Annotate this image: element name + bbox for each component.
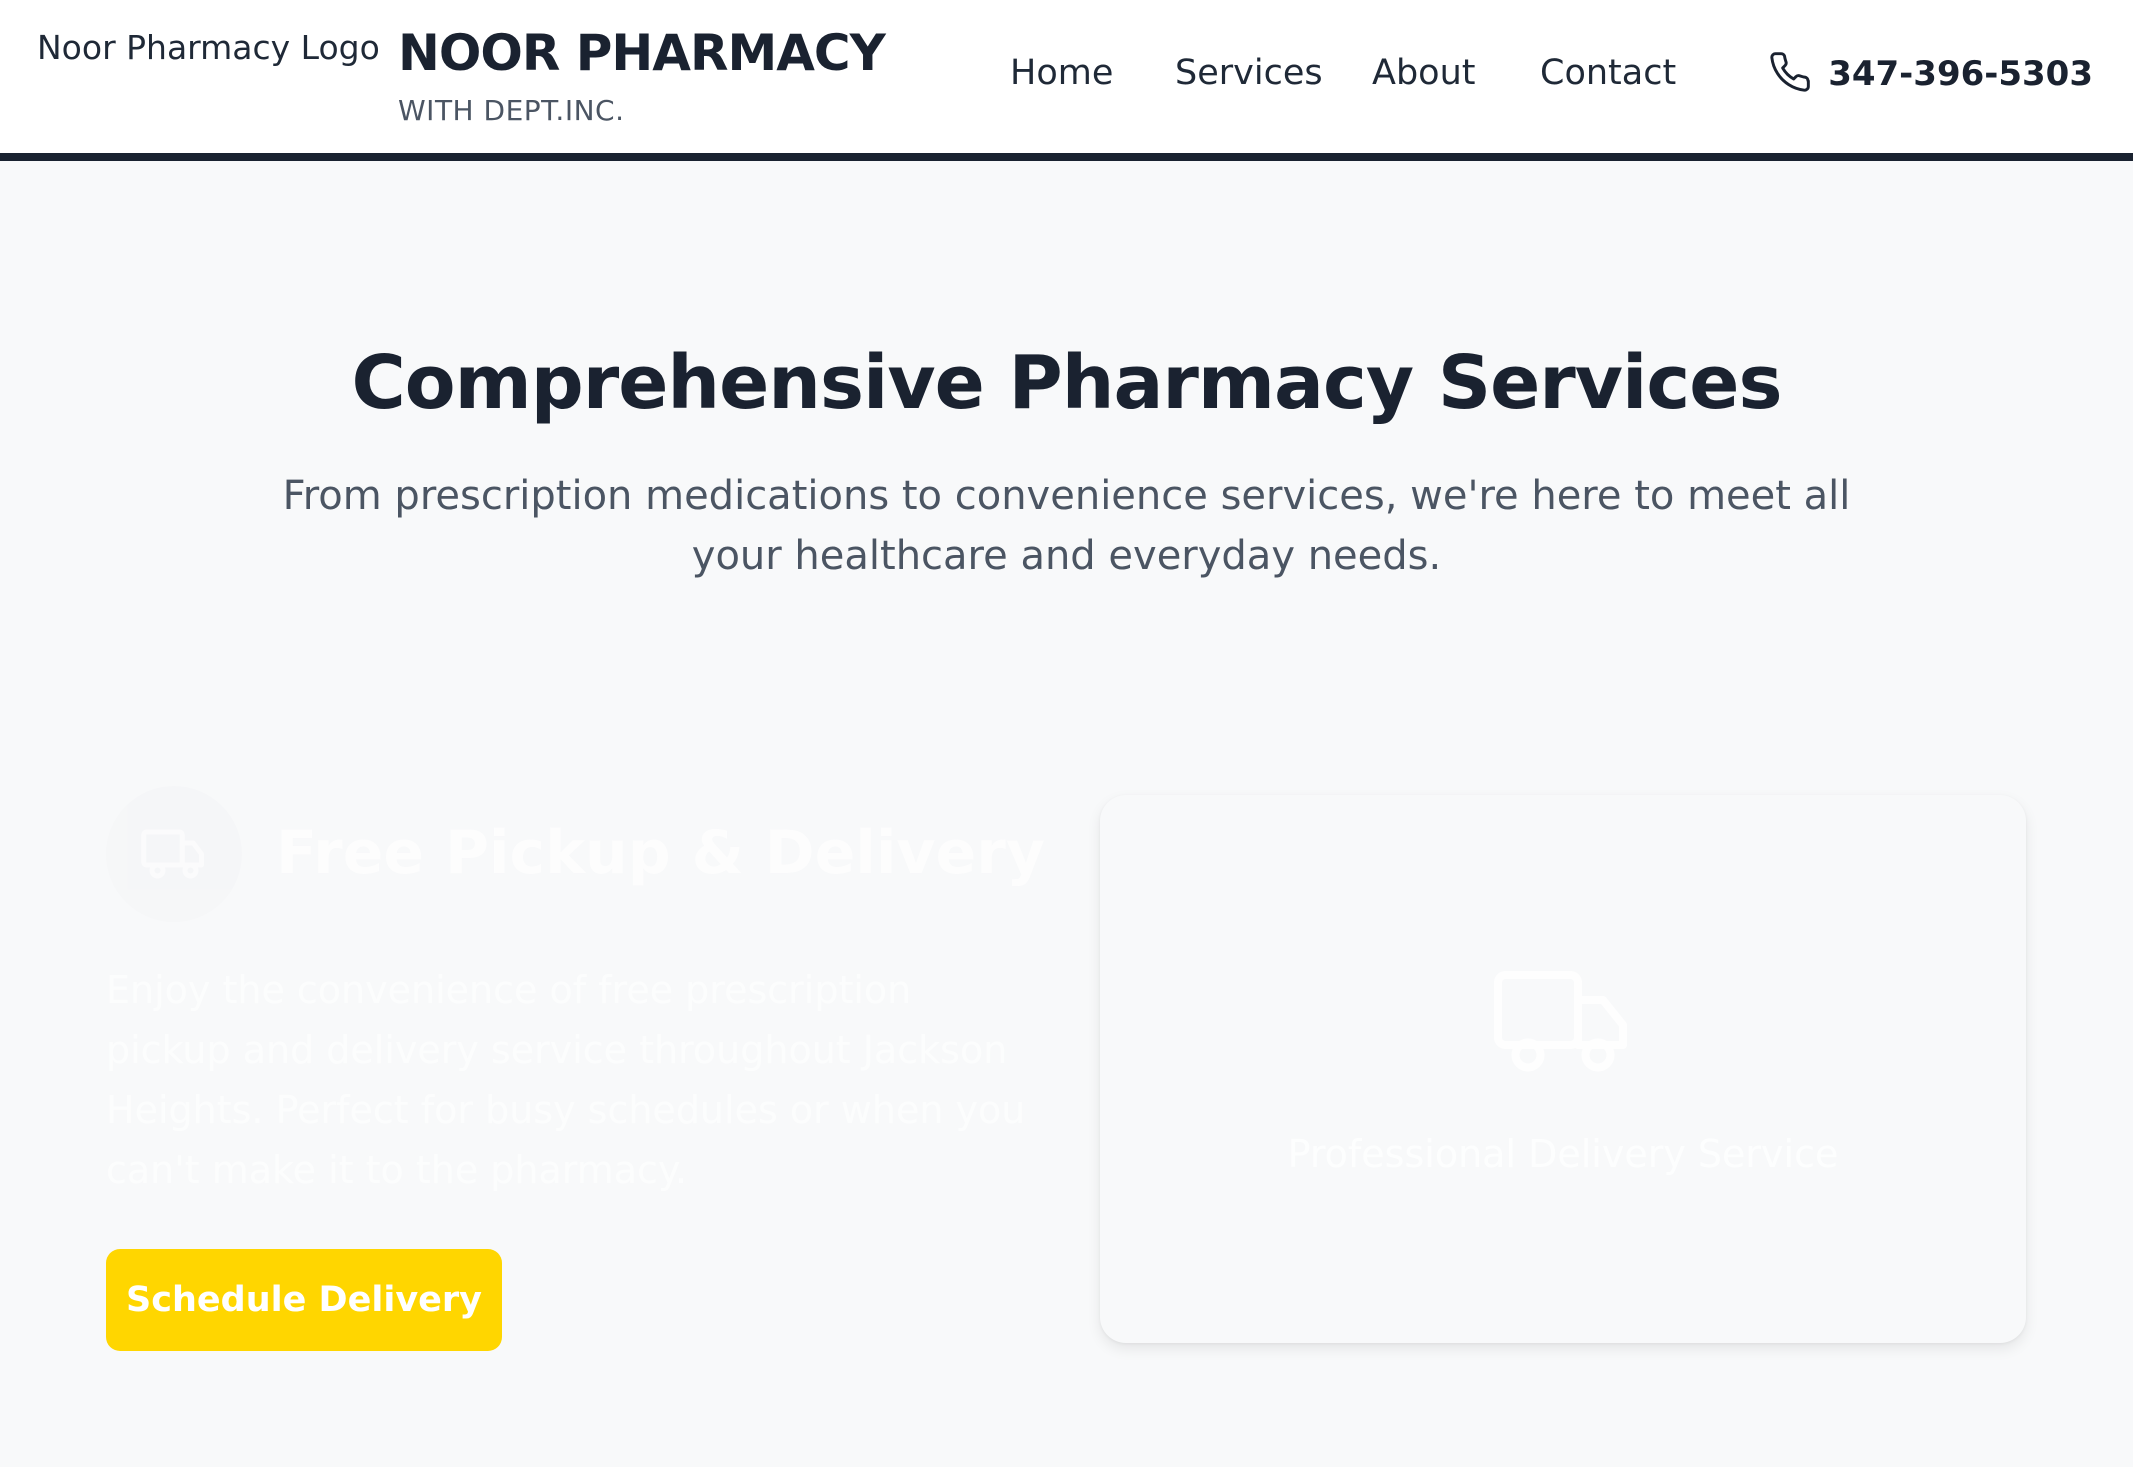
phone-link[interactable]: 347-396-5303: [1768, 50, 2093, 98]
brand-subtitle: WITH DEPT.INC.: [398, 94, 625, 127]
schedule-delivery-button[interactable]: Schedule Delivery: [106, 1249, 502, 1351]
site-header: Noor Pharmacy Logo NOOR PHARMACY WITH DE…: [0, 0, 2133, 161]
phone-number: 347-396-5303: [1828, 54, 2093, 94]
nav-services-link[interactable]: Services: [1175, 53, 1372, 93]
phone-icon: [1768, 50, 1812, 98]
nav-contact-link[interactable]: Contact: [1540, 53, 1690, 93]
logo-image[interactable]: Noor Pharmacy Logo: [37, 28, 380, 67]
service-title: Free Pickup & Delivery: [276, 818, 1045, 888]
truck-icon: [106, 786, 242, 922]
nav-home-link[interactable]: Home: [1010, 53, 1175, 93]
section-subtitle: From prescription medications to conveni…: [282, 473, 1851, 579]
service-image-card: Professional Delivery Service: [1100, 795, 2026, 1343]
truck-icon: [1494, 971, 1627, 1072]
service-description: Enjoy the convenience of free prescripti…: [106, 968, 1026, 1192]
section-title: Comprehensive Pharmacy Services: [351, 340, 1783, 426]
main-nav: Home Services About Contact: [1010, 53, 1690, 93]
nav-about-link[interactable]: About: [1372, 53, 1540, 93]
brand-title: NOOR PHARMACY: [398, 24, 886, 82]
card-caption: Professional Delivery Service: [1287, 1132, 1839, 1176]
